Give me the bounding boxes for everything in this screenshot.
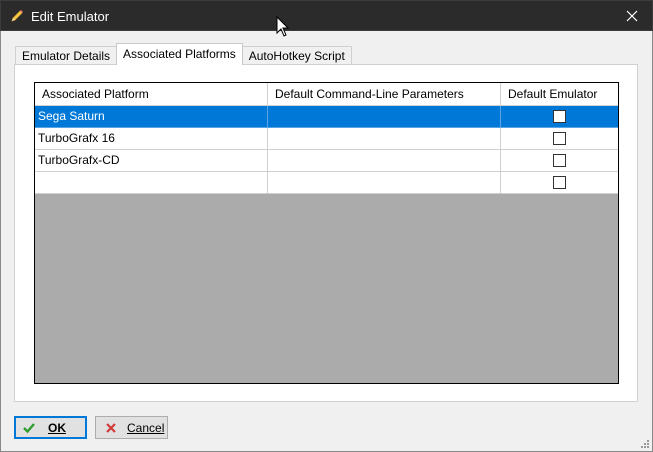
tab-autohotkey-script[interactable]: AutoHotkey Script [241, 46, 352, 65]
cancel-x-icon [106, 422, 116, 433]
default-cell [501, 106, 618, 128]
column-header-params[interactable]: Default Command-Line Parameters [268, 83, 501, 105]
platforms-grid[interactable]: Associated Platform Default Command-Line… [34, 82, 619, 384]
tab-strip: Emulator Details Associated Platforms Au… [15, 43, 352, 65]
checkmark-icon [23, 422, 35, 433]
params-cell[interactable] [268, 128, 501, 150]
default-cell [501, 150, 618, 172]
platform-cell[interactable]: Sega Saturn [35, 106, 268, 128]
default-emulator-checkbox[interactable] [553, 176, 566, 189]
tab-associated-platforms[interactable]: Associated Platforms [116, 43, 243, 65]
close-icon [626, 10, 638, 22]
table-row[interactable]: TurboGrafx 16 [35, 128, 618, 150]
table-row[interactable]: Sega Saturn [35, 106, 618, 128]
close-button[interactable] [612, 1, 652, 31]
platform-cell[interactable]: TurboGrafx 16 [35, 128, 268, 150]
ok-label: OK [48, 420, 66, 435]
new-row[interactable] [35, 172, 618, 194]
resize-grip-icon[interactable] [640, 439, 650, 449]
title-bar: Edit Emulator [0, 0, 653, 31]
platform-cell[interactable]: TurboGrafx-CD [35, 150, 268, 172]
ok-button[interactable]: OK [14, 416, 87, 439]
window-title: Edit Emulator [31, 9, 110, 24]
cancel-label: Cancel [127, 420, 165, 435]
grid-header: Associated Platform Default Command-Line… [35, 83, 618, 106]
platform-cell[interactable] [35, 172, 268, 194]
pencil-icon [11, 10, 23, 22]
default-emulator-checkbox[interactable] [553, 110, 566, 123]
default-emulator-checkbox[interactable] [553, 154, 566, 167]
default-emulator-checkbox[interactable] [553, 132, 566, 145]
params-cell[interactable] [268, 106, 501, 128]
params-cell[interactable] [268, 150, 501, 172]
tab-emulator-details[interactable]: Emulator Details [15, 46, 118, 65]
column-header-platform[interactable]: Associated Platform [35, 83, 268, 105]
cancel-button[interactable]: Cancel [95, 416, 168, 439]
params-cell[interactable] [268, 172, 501, 194]
dialog-body: Emulator Details Associated Platforms Au… [0, 31, 653, 452]
default-cell [501, 128, 618, 150]
table-row[interactable]: TurboGrafx-CD [35, 150, 618, 172]
associated-platforms-panel: Associated Platform Default Command-Line… [14, 64, 638, 402]
default-cell [501, 172, 618, 194]
column-header-default[interactable]: Default Emulator [501, 83, 618, 105]
